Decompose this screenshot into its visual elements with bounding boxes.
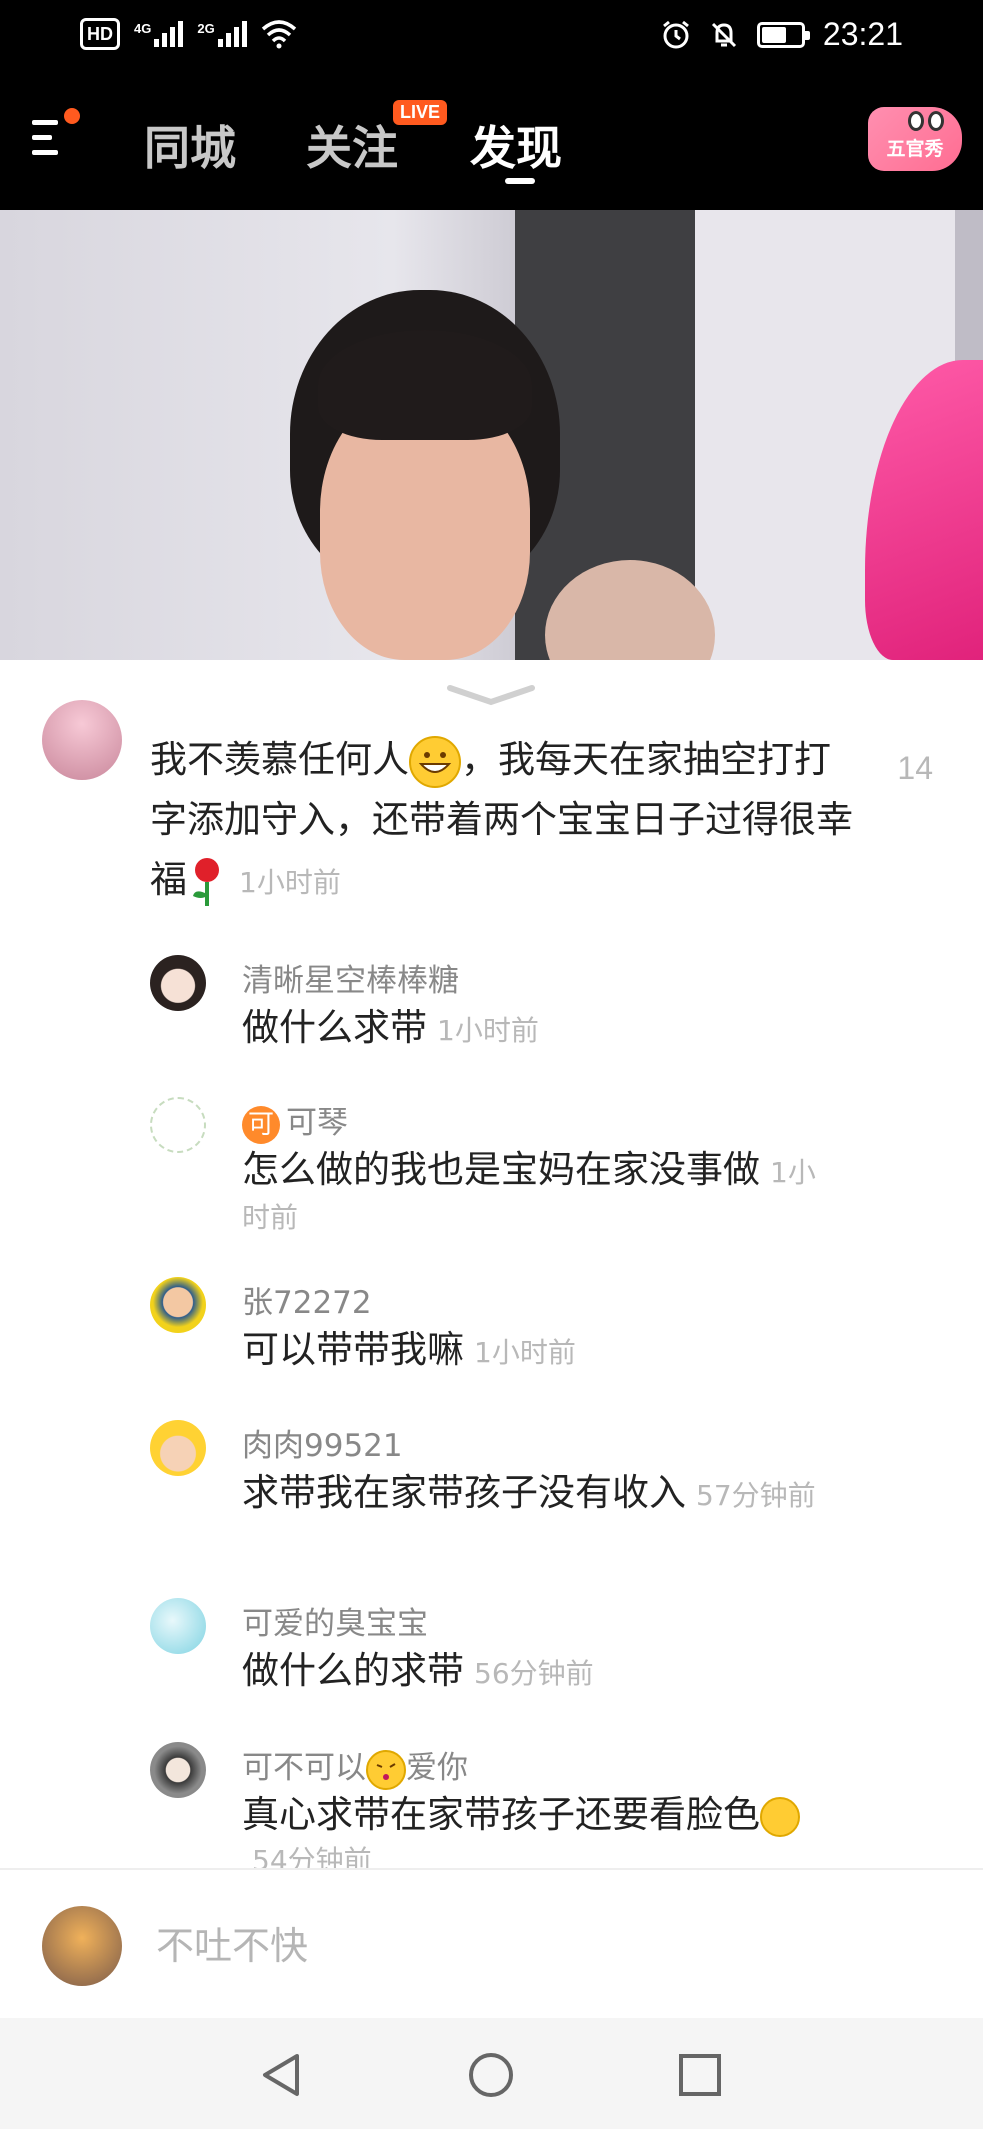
collapse-chevron-icon[interactable] bbox=[446, 682, 536, 706]
avatar[interactable] bbox=[150, 1742, 206, 1798]
network-type-1: 4G bbox=[134, 21, 152, 36]
signal-icon: 4G bbox=[134, 21, 184, 47]
reply-username[interactable]: 肉肉99521 bbox=[242, 1420, 403, 1465]
system-nav-bar bbox=[0, 2018, 983, 2129]
reply-time: 56分钟前 bbox=[474, 1657, 594, 1690]
menu-icon[interactable] bbox=[32, 120, 66, 160]
status-bar: HD 4G 2G 23:21 bbox=[0, 0, 983, 72]
alarm-icon bbox=[662, 20, 689, 48]
top-nav: 同城 关注 LIVE 发现 五官秀 bbox=[0, 72, 983, 210]
comment-text: 我不羡慕任何人 bbox=[150, 738, 409, 781]
video-player[interactable] bbox=[0, 210, 983, 660]
tab-following[interactable]: 关注 bbox=[306, 112, 398, 178]
recents-icon[interactable] bbox=[675, 2050, 725, 2100]
notification-dot bbox=[64, 108, 80, 124]
logo-text: 五官秀 bbox=[886, 138, 944, 160]
reply-time: 57分钟前 bbox=[696, 1479, 816, 1512]
home-icon[interactable] bbox=[466, 2050, 516, 2100]
sad-emoji-icon bbox=[760, 1796, 800, 1837]
reply-time: 54分钟前 bbox=[252, 1843, 372, 1869]
reply-username[interactable]: 清晰星空棒棒糖 bbox=[242, 955, 459, 1000]
back-icon[interactable] bbox=[257, 2050, 307, 2100]
reply-username[interactable]: 可不可以 爱你 bbox=[242, 1742, 468, 1790]
reply-text: 求带我在家带孩子没有收入 57分钟前 bbox=[242, 1471, 816, 1514]
reply-username[interactable]: 张72272 bbox=[242, 1277, 372, 1322]
reply-time: 1小时前 bbox=[474, 1336, 576, 1369]
network-type-2: 2G bbox=[197, 21, 215, 36]
hd-indicator: HD bbox=[80, 18, 120, 50]
active-tab-indicator bbox=[505, 178, 535, 184]
reply-username[interactable]: 可可琴 bbox=[242, 1097, 348, 1144]
live-badge: LIVE bbox=[393, 100, 448, 125]
comment-input[interactable] bbox=[156, 1914, 916, 1978]
signal-icon-2: 2G bbox=[197, 21, 247, 47]
reply-text: 做什么求带 1小时前 bbox=[242, 1006, 539, 1049]
tab-discover[interactable]: 发现 bbox=[470, 112, 562, 178]
reply-text: 真心求带在家带孩子还要看脸色54分钟前 bbox=[242, 1794, 842, 1868]
avatar[interactable] bbox=[150, 1097, 206, 1153]
tab-same-city[interactable]: 同城 bbox=[144, 112, 236, 178]
wifi-icon bbox=[261, 20, 296, 49]
avatar[interactable] bbox=[150, 1598, 206, 1654]
like-count[interactable]: 14 bbox=[897, 750, 933, 787]
kiss-emoji-icon bbox=[366, 1749, 406, 1790]
comment-sheet[interactable]: 我不羡慕任何人 ，我每天在家抽空打打字添加守入，还带着两个宝宝日子过得很幸福 1小时… bbox=[0, 660, 983, 1868]
feature-logo[interactable]: 五官秀 bbox=[868, 107, 962, 171]
reply-text: 做什么的求带 56分钟前 bbox=[242, 1649, 594, 1692]
comment-input-bar bbox=[0, 1868, 983, 2018]
mute-bell-icon bbox=[711, 22, 736, 47]
avatar[interactable] bbox=[150, 1420, 206, 1476]
reply-text: 怎么做的我也是宝妈在家没事做 1小时前 bbox=[242, 1148, 816, 1235]
commenter-avatar[interactable] bbox=[42, 700, 122, 780]
rose-emoji-icon bbox=[193, 857, 219, 906]
reply-time: 1小时前 bbox=[437, 1014, 539, 1047]
comment-time: 1小时前 bbox=[239, 866, 341, 899]
my-avatar[interactable] bbox=[42, 1906, 122, 1986]
clock: 23:21 bbox=[822, 16, 903, 52]
avatar[interactable] bbox=[150, 955, 206, 1011]
grin-emoji-icon bbox=[409, 735, 461, 788]
reply-text: 可以带带我嘛 1小时前 bbox=[242, 1328, 576, 1371]
avatar[interactable] bbox=[150, 1277, 206, 1333]
eyes-icon bbox=[908, 111, 944, 131]
reply-username[interactable]: 可爱的臭宝宝 bbox=[242, 1598, 428, 1643]
user-badge: 可 bbox=[242, 1105, 280, 1144]
battery-icon bbox=[756, 21, 810, 48]
root-comment: 我不羡慕任何人 ，我每天在家抽空打打字添加守入，还带着两个宝宝日子过得很幸福 1小时… bbox=[150, 730, 860, 913]
